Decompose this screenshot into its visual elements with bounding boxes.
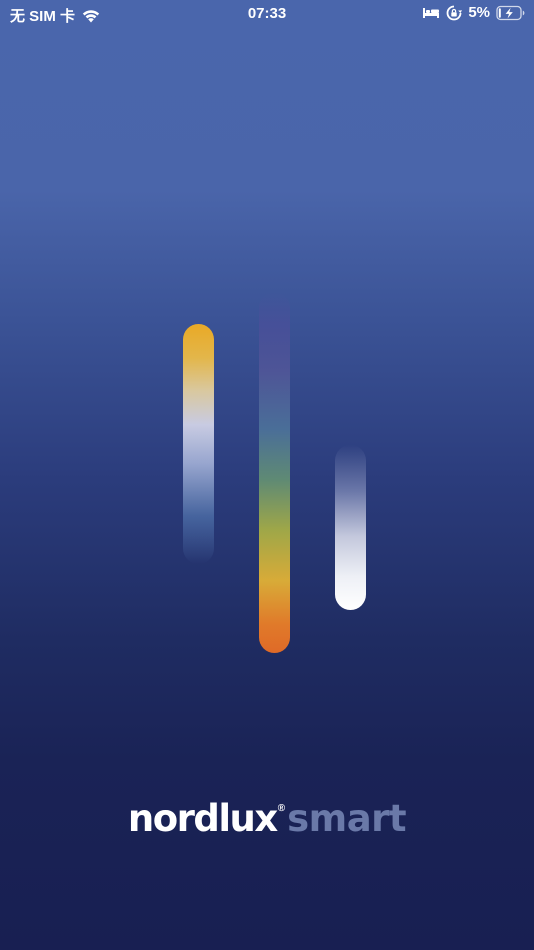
battery-percent: 5% bbox=[468, 4, 490, 21]
right-light-bar bbox=[335, 445, 366, 610]
registered-mark: ® bbox=[277, 803, 286, 814]
logo-brand-text: nordlux bbox=[127, 797, 278, 840]
wifi-icon bbox=[81, 8, 101, 23]
logo-product-text: smart bbox=[287, 797, 407, 840]
battery-charging-icon bbox=[496, 5, 526, 21]
orientation-lock-icon bbox=[446, 5, 463, 21]
status-bar-right: 5% bbox=[422, 4, 526, 21]
left-light-bar bbox=[183, 324, 214, 564]
status-bar: 无 SIM 卡 07:33 5% bbox=[0, 0, 534, 28]
bed-icon bbox=[422, 6, 440, 19]
nordlux-smart-logo: nordlux®smart bbox=[0, 800, 534, 837]
middle-light-bar bbox=[259, 292, 290, 653]
carrier-label: 无 SIM 卡 bbox=[10, 8, 76, 25]
status-bar-left: 无 SIM 卡 bbox=[10, 5, 101, 26]
